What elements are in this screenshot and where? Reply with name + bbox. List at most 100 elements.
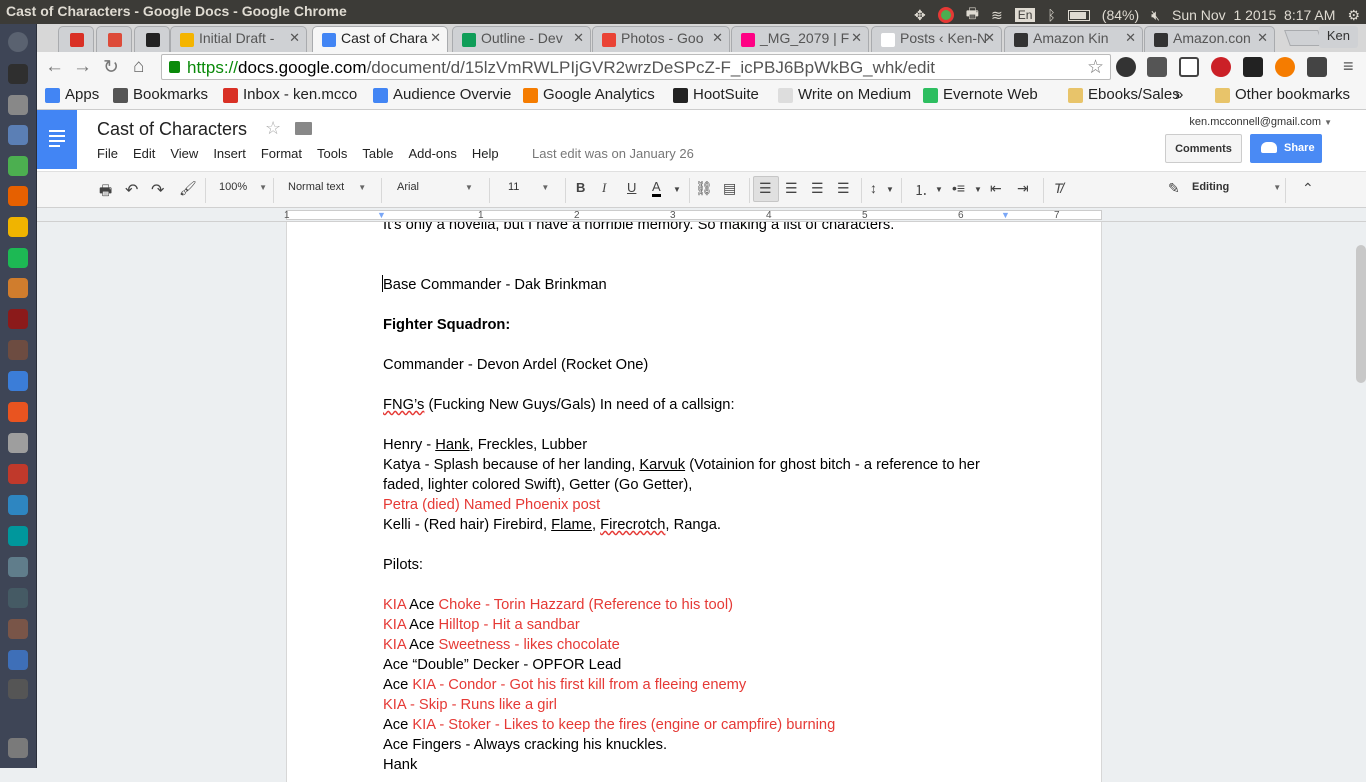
bookmark-item[interactable]: Google Analytics — [523, 86, 655, 103]
bluetooth-icon[interactable]: ᛒ — [1047, 7, 1055, 23]
menu-edit[interactable]: Edit — [133, 146, 155, 161]
zoom-select[interactable]: 100% ▼ — [219, 181, 267, 193]
bookmark-item[interactable]: Write on Medium — [778, 86, 911, 103]
clock[interactable]: Sun Nov 1 2015 8:17 AM — [1172, 7, 1335, 23]
battery-icon[interactable] — [1067, 9, 1090, 21]
link-icon[interactable]: ⛓ — [695, 180, 713, 197]
bookmark-item[interactable]: Bookmarks — [113, 86, 208, 103]
blogger-icon[interactable] — [1275, 57, 1295, 77]
line-spacing-icon[interactable]: ↕ — [870, 180, 877, 196]
bulleted-list-caret-icon[interactable]: ▼ — [974, 185, 982, 194]
paragraph[interactable]: Hank — [383, 755, 993, 775]
last-edit-status[interactable]: Last edit was on January 26 — [532, 146, 694, 161]
print-icon[interactable]: 🖶 — [99, 180, 112, 204]
chrome-menu-icon[interactable]: ≡ — [1343, 56, 1354, 77]
redo-icon[interactable]: ↷ — [151, 180, 164, 200]
tab[interactable]: Photos - Goo ✕ — [592, 26, 730, 52]
paragraph[interactable]: Commander - Devon Ardel (Rocket One) — [383, 355, 993, 375]
camera-app-icon[interactable] — [8, 588, 28, 608]
close-tab-icon[interactable]: ✕ — [712, 30, 723, 46]
forward-icon[interactable]: → — [73, 56, 92, 78]
address-bar[interactable]: https://docs.google.com/document/d/15lzV… — [161, 54, 1111, 80]
bookmark-item[interactable]: HootSuite — [673, 86, 759, 103]
keyboard-layout[interactable]: En — [1014, 8, 1036, 22]
pinterest-icon[interactable] — [1211, 57, 1231, 77]
font-size-select[interactable]: 11 ▼ — [508, 181, 549, 193]
docs-home-icon[interactable] — [37, 110, 77, 169]
line-spacing-caret-icon[interactable]: ▼ — [886, 185, 894, 194]
paragraph[interactable]: Pilots: — [383, 555, 993, 575]
paragraph[interactable]: Ace KIA - Condor - Got his first kill fr… — [383, 675, 993, 695]
share-button[interactable]: Share — [1250, 134, 1322, 163]
settings-extension-icon[interactable] — [1116, 57, 1136, 77]
paragraph[interactable]: KIA - Skip - Runs like a girl — [383, 695, 993, 715]
calibre-icon[interactable] — [8, 464, 28, 484]
tab[interactable] — [96, 26, 132, 52]
pencil-icon[interactable]: ✎ — [1168, 180, 1180, 197]
ruler[interactable]: 1 1 2 3 4 5 6 7 ▼ ▼ — [37, 208, 1366, 222]
comment-icon[interactable]: ▤ — [723, 180, 736, 197]
paragraph[interactable]: Petra (died) Named Phoenix post — [383, 495, 993, 515]
firefox-icon[interactable] — [8, 186, 28, 206]
screenshot-icon[interactable] — [8, 557, 28, 577]
buffer-icon[interactable] — [1243, 57, 1263, 77]
close-tab-icon[interactable]: ✕ — [289, 30, 300, 46]
tab[interactable]: _MG_2079 | F ✕ — [731, 26, 869, 52]
new-tab-button[interactable] — [1284, 30, 1324, 46]
profile-button[interactable]: Ken — [1318, 26, 1358, 48]
ubuntu-dash-icon[interactable] — [8, 32, 28, 52]
menu-file[interactable]: File — [97, 146, 118, 161]
volume-muted-icon[interactable]: 🔇︎ — [1151, 7, 1160, 24]
paragraph[interactable]: Ace KIA - Stoker - Likes to keep the fir… — [383, 715, 993, 735]
tab[interactable]: Amazon Kin ✕ — [1004, 26, 1143, 52]
folder-icon[interactable] — [295, 122, 312, 135]
collapse-icon[interactable]: ⌃ — [1302, 180, 1314, 197]
paragraph[interactable]: Base Commander - Dak Brinkman — [383, 275, 993, 295]
session-gear-icon[interactable]: ⚙ — [1347, 7, 1360, 24]
font-select[interactable]: Arial ▼ — [397, 181, 473, 193]
paint-format-icon[interactable]: 🖌︎ — [179, 180, 197, 197]
bookmark-star-icon[interactable]: ☆ — [1087, 56, 1104, 79]
chrome-tray-icon[interactable] — [937, 7, 954, 23]
bulleted-list-icon[interactable]: •≡ — [952, 180, 965, 196]
underline-icon[interactable]: U — [627, 180, 636, 195]
close-tab-icon[interactable]: ✕ — [1257, 30, 1268, 46]
paragraph[interactable]: Ace “Double” Decker - OPFOR Lead — [383, 655, 993, 675]
graph-icon[interactable] — [8, 495, 28, 515]
decrease-indent-icon[interactable]: ⇤ — [990, 180, 1002, 197]
style-select[interactable]: Normal text ▼ — [288, 181, 366, 193]
align-center-icon[interactable]: ☰ — [785, 180, 798, 197]
tab[interactable]: Initial Draft - ✕ — [170, 26, 307, 52]
software-center-icon[interactable] — [8, 402, 28, 422]
trash-icon[interactable] — [8, 738, 28, 758]
clear-formatting-icon[interactable]: T̸ — [1054, 180, 1063, 196]
paragraph[interactable]: FNG’s (Fucking New Guys/Gals) In need of… — [383, 395, 993, 415]
dropbox-icon[interactable]: ✥ — [914, 7, 926, 24]
terminal-icon[interactable] — [8, 64, 28, 84]
other-bookmarks[interactable]: Other bookmarks — [1215, 86, 1350, 103]
paragraph[interactable]: Henry - Hank, Freckles, Lubber — [383, 435, 993, 455]
left-indent-marker-icon[interactable]: ▼ — [377, 210, 386, 220]
increase-indent-icon[interactable]: ⇥ — [1017, 180, 1029, 197]
menu-format[interactable]: Format — [261, 146, 302, 161]
bookmark-item[interactable]: Apps — [45, 86, 99, 103]
text-color-icon[interactable]: A — [652, 180, 661, 197]
misspelled-word[interactable]: Firecrotch — [600, 517, 665, 533]
extension-icon[interactable] — [1307, 57, 1327, 77]
close-tab-icon[interactable]: ✕ — [1125, 30, 1136, 46]
align-left-icon[interactable]: ☰ — [759, 180, 772, 197]
spotify-icon[interactable] — [8, 248, 28, 268]
document-icon[interactable] — [8, 371, 28, 391]
misspelled-word[interactable]: FNG’s — [383, 397, 424, 413]
menu-tools[interactable]: Tools — [317, 146, 347, 161]
books-icon[interactable] — [8, 340, 28, 360]
close-tab-icon[interactable]: ✕ — [430, 30, 441, 46]
star-icon[interactable]: ☆ — [265, 118, 281, 139]
account-email[interactable]: ken.mcconnell@gmail.com ▼ — [1189, 116, 1332, 128]
pencil-app-icon[interactable] — [8, 217, 28, 237]
menu-view[interactable]: View — [170, 146, 198, 161]
arduino-icon[interactable] — [8, 526, 28, 546]
paragraph[interactable]: KIA Ace Sweetness - likes chocolate — [383, 635, 993, 655]
bookmark-item[interactable]: Inbox - ken.mcco — [223, 86, 357, 103]
paragraph[interactable]: It’s only a novella, but I have a horrib… — [383, 222, 993, 235]
